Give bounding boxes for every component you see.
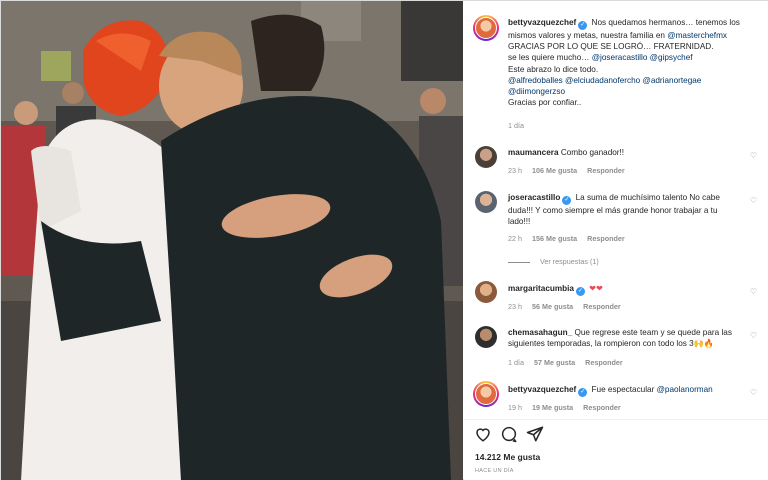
replies-divider (508, 261, 530, 263)
post-timestamp: HACE UN DÍA (475, 468, 514, 474)
comment-meta: 23 h 106 Me gusta Responder (508, 166, 625, 175)
commenter-username[interactable]: maumancera (508, 148, 559, 157)
mention-link[interactable]: @joseracastillo @gipsychef (592, 53, 693, 62)
comment-time: 23 h (508, 166, 522, 175)
like-comment-icon[interactable]: ♡ (750, 151, 757, 160)
comment-meta: 19 h 19 Me gusta Responder (508, 403, 621, 412)
reply-button[interactable]: Responder (583, 302, 621, 311)
reply-button[interactable]: Responder (583, 403, 621, 412)
comment-body: La suma de muchísimo talento No cabe (575, 193, 720, 202)
comment-time: 19 h (508, 403, 522, 412)
like-comment-icon[interactable]: ♡ (750, 331, 757, 340)
photo-illustration (1, 1, 463, 480)
comment-text: bettyvazquezchef ✓ Fue espectacular @paol… (508, 384, 738, 397)
instagram-post-window: bettyvazquezchef ✓ Nos quedamos hermanos…… (0, 0, 768, 480)
comment-likes[interactable]: 19 Me gusta (532, 403, 573, 412)
comment-likes[interactable]: 106 Me gusta (532, 166, 577, 175)
comment-body: duda!!! Y como siempre el más grande hon… (508, 206, 718, 215)
comment-body: Fue espectacular (591, 385, 657, 394)
commenter-username[interactable]: bettyvazquezchef (508, 385, 576, 394)
like-comment-icon[interactable]: ♡ (750, 388, 757, 397)
share-icon[interactable] (526, 425, 544, 443)
post-photo[interactable] (1, 1, 463, 480)
commenter-avatar[interactable] (473, 381, 499, 407)
caption-line: Nos quedamos hermanos… tenemos los (591, 18, 740, 27)
comment-body: siguientes temporadas, la rompieron con … (508, 339, 715, 349)
caption-line: se les quiere mucho… (508, 53, 592, 63)
verified-icon: ✓ (575, 287, 585, 296)
comment-time: 1 día (508, 358, 524, 367)
comment-meta: 23 h 56 Me gusta Responder (508, 302, 621, 311)
caption-line: Este abrazo lo dice todo. (508, 64, 599, 74)
like-comment-icon[interactable]: ♡ (750, 196, 757, 205)
comment-meta: 22 h 156 Me gusta Responder (508, 234, 625, 243)
post-side-panel: bettyvazquezchef ✓ Nos quedamos hermanos…… (464, 1, 768, 480)
commenter-username[interactable]: chemasahagun_ (508, 328, 572, 337)
mention-link[interactable]: @paolanorman (657, 385, 713, 394)
mention-link[interactable]: @diimongerzso (508, 87, 565, 96)
commenter-avatar[interactable] (475, 191, 497, 213)
verified-icon: ✓ (578, 21, 588, 30)
comment-meta: 1 día 57 Me gusta Responder (508, 358, 623, 367)
view-replies-label[interactable]: Ver respuestas (1) (540, 257, 599, 266)
caption-line: GRACIAS POR LO QUE SE LOGRÓ… FRATERNIDAD… (508, 42, 714, 52)
reply-button[interactable]: Responder (587, 166, 625, 175)
mention-link[interactable]: @masterchefmx (667, 31, 727, 40)
comment-body: Combo ganador!! (560, 148, 625, 157)
comment-likes[interactable]: 57 Me gusta (534, 358, 575, 367)
commenter-avatar[interactable] (475, 146, 497, 168)
actions-divider (464, 419, 768, 420)
caption-line: mismos valores y metas, nuestra familia … (508, 31, 668, 40)
comment-icon[interactable] (500, 425, 518, 443)
comment-text: joseracastillo ✓ La suma de muchísimo tal… (508, 192, 738, 227)
comment-body: Que regrese este team y se quede para la… (574, 328, 732, 337)
verified-icon: ✓ (578, 388, 588, 397)
like-comment-icon[interactable]: ♡ (750, 287, 757, 296)
verified-icon: ✓ (562, 196, 572, 205)
commenter-username[interactable]: joseracastillo (508, 193, 560, 202)
commenter-avatar[interactable] (475, 326, 497, 348)
comment-likes[interactable]: 56 Me gusta (532, 302, 573, 311)
reply-button[interactable]: Responder (585, 358, 623, 367)
commenter-username[interactable]: margaritacumbia (508, 284, 574, 293)
mention-link[interactable]: @alfredoballes @elciudadanofercho @adria… (508, 76, 701, 85)
author-avatar[interactable] (473, 15, 499, 41)
author-username[interactable]: bettyvazquezchef (508, 18, 576, 27)
caption: bettyvazquezchef ✓ Nos quedamos hermanos…… (508, 17, 763, 108)
comment-likes[interactable]: 156 Me gusta (532, 234, 577, 243)
commenter-avatar[interactable] (475, 281, 497, 303)
comment-time: 23 h (508, 302, 522, 311)
likes-count[interactable]: 14.212 Me gusta (475, 452, 540, 462)
comment-text: chemasahagun_ Que regrese este team y se… (508, 327, 743, 349)
caption-line: Gracias por confiar.. (508, 98, 582, 108)
comment-text: maumancera Combo ganador!! (508, 147, 738, 158)
view-replies-button[interactable]: Ver respuestas (1) (508, 257, 599, 266)
comments-scroll-area[interactable]: bettyvazquezchef ✓ Nos quedamos hermanos…… (464, 1, 768, 419)
comment-text: margaritacumbia ✓ ❤❤ (508, 283, 738, 296)
heart-icon[interactable] (474, 425, 492, 443)
comment-time: 22 h (508, 234, 522, 243)
comment-body: lado!!! (508, 217, 531, 227)
caption-time: 1 día (508, 121, 524, 130)
reply-button[interactable]: Responder (587, 234, 625, 243)
hearts-emoji: ❤❤ (589, 284, 603, 293)
